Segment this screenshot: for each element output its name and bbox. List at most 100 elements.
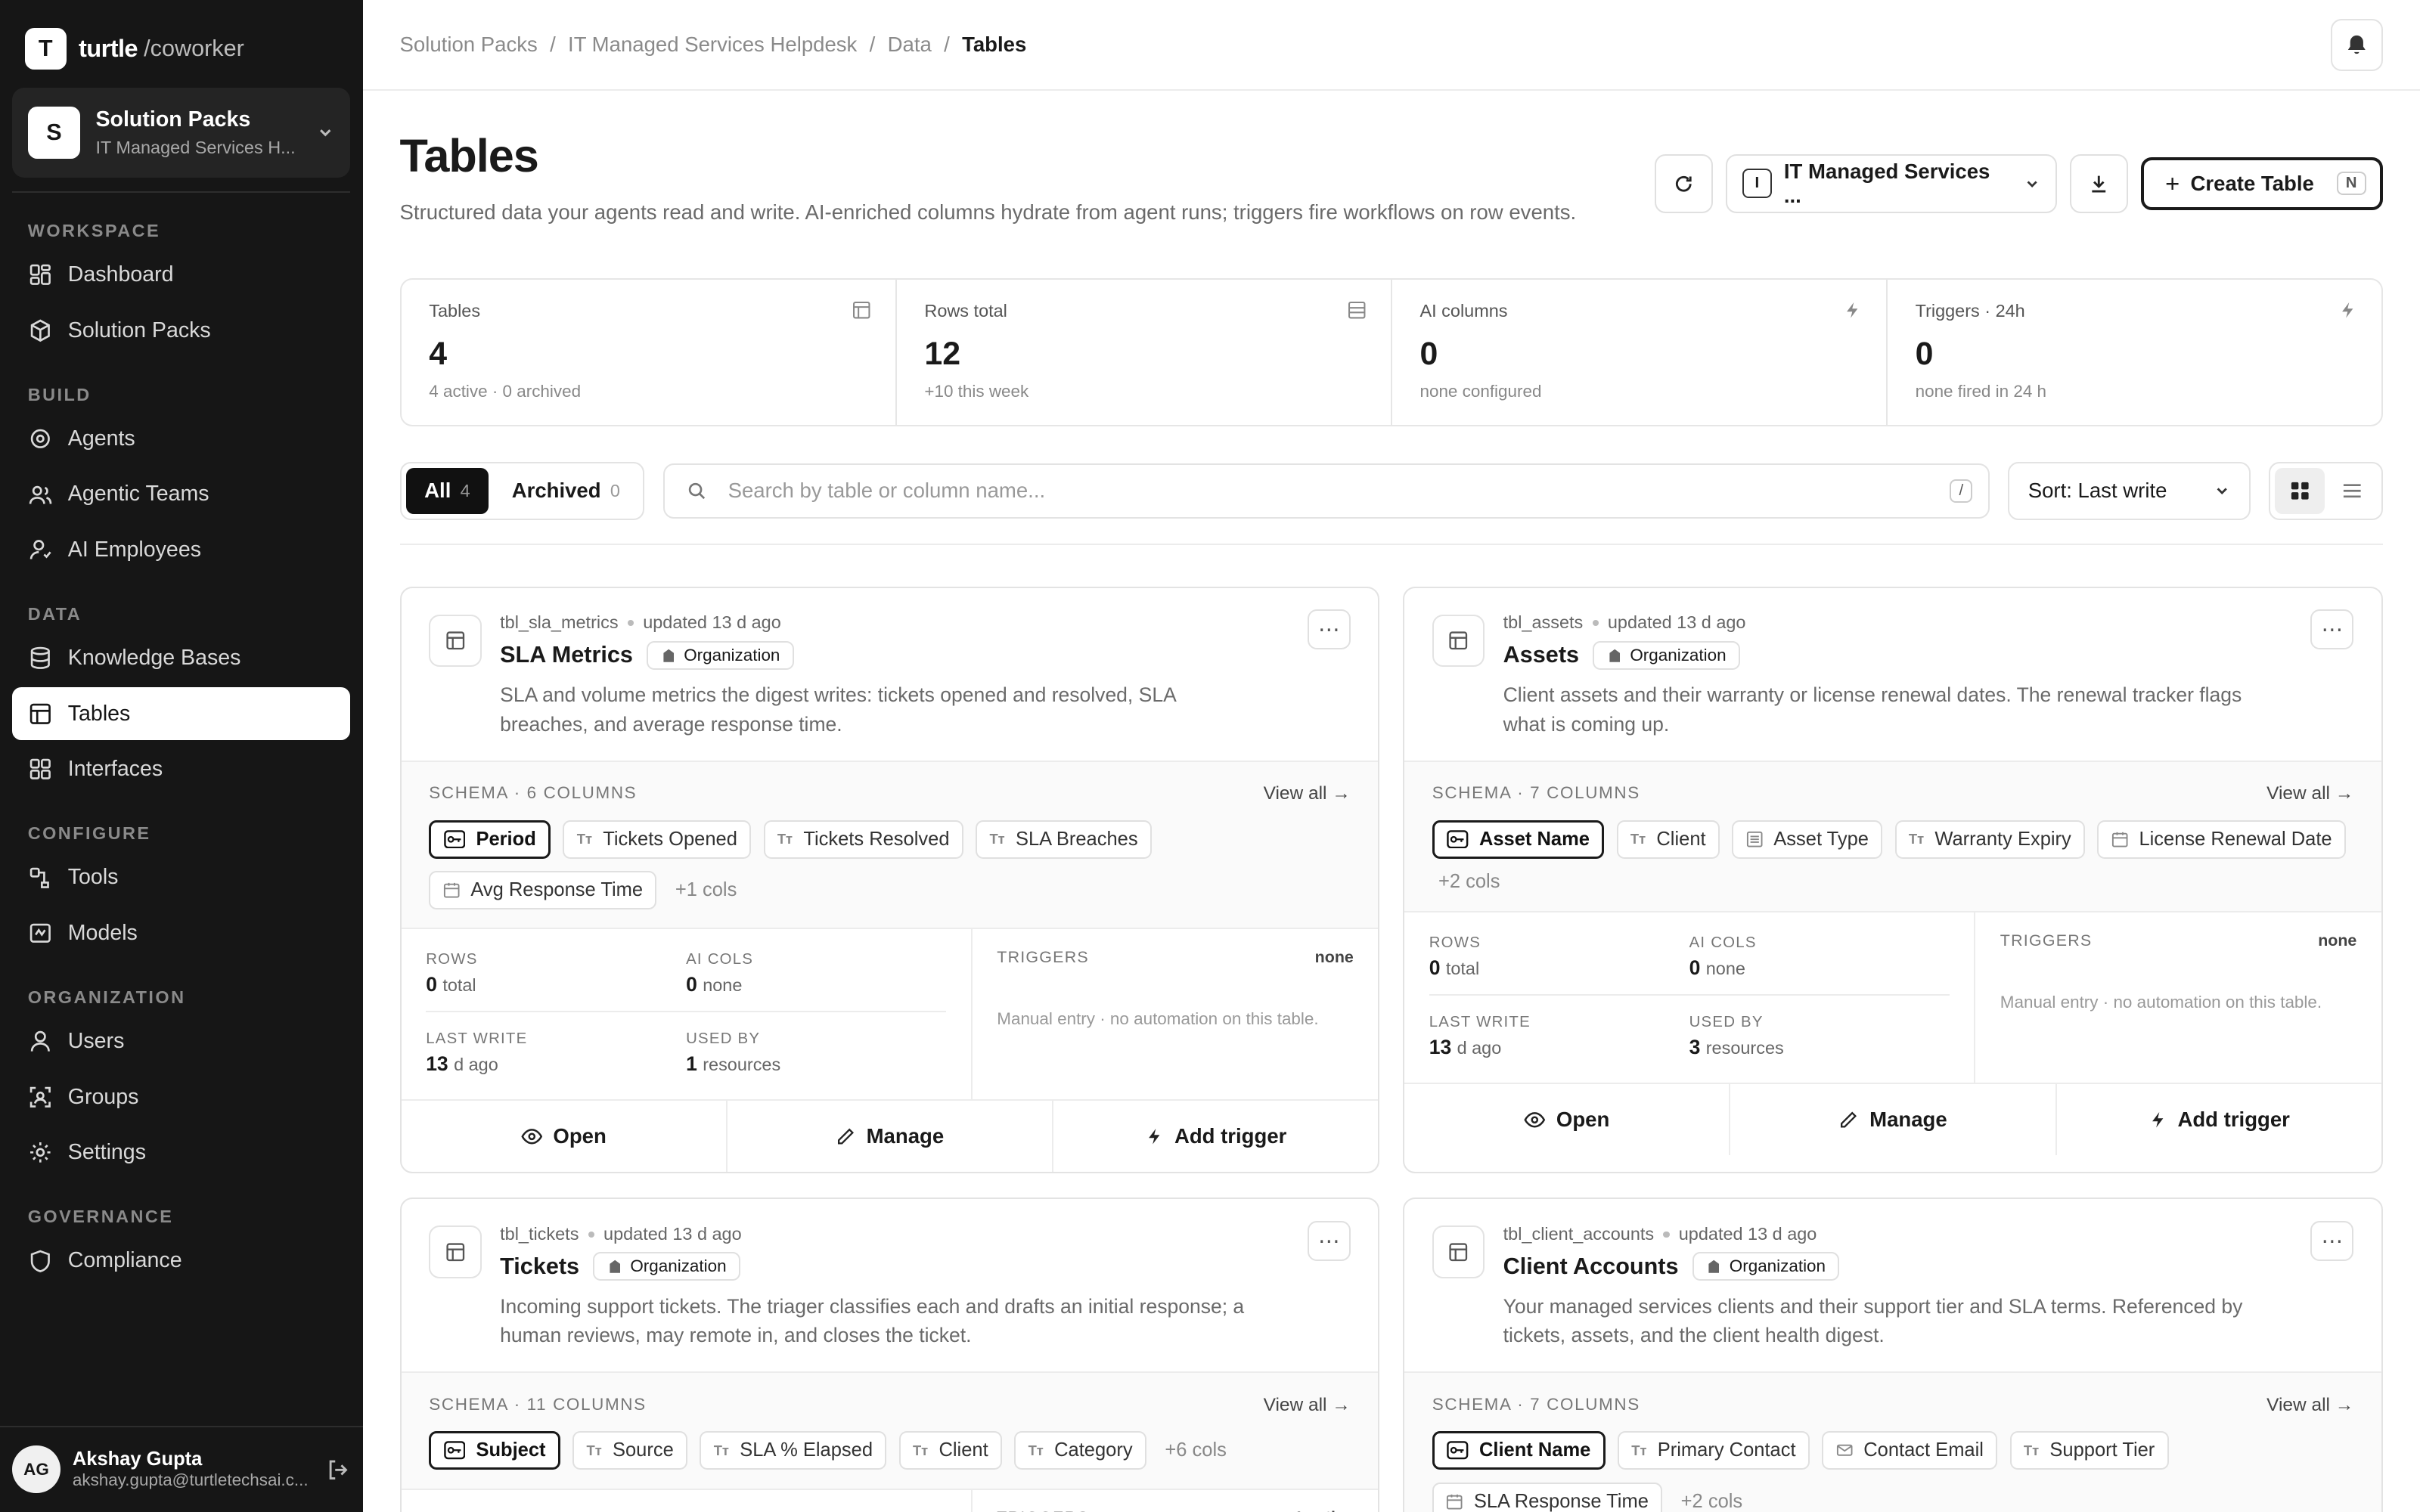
meta-dot [1663, 1231, 1670, 1238]
column-name: Contact Email [1863, 1439, 1984, 1461]
filter-archived[interactable]: Archived 0 [493, 468, 638, 514]
view-all-link[interactable]: View all → [2266, 1395, 2353, 1416]
column-chip[interactable]: Avg Response Time [429, 870, 657, 909]
search-input[interactable]: Search by table or column name... / [662, 463, 1990, 519]
bolt-icon [2152, 1111, 2164, 1128]
brand[interactable]: T turtle /coworker [0, 0, 363, 71]
column-chip[interactable]: Tт Client [1616, 820, 1720, 859]
more-columns[interactable]: +6 cols [1159, 1431, 1233, 1470]
logout-icon[interactable] [326, 1458, 351, 1483]
view-toggle [2269, 461, 2383, 521]
view-all-link[interactable]: View all → [1264, 783, 1351, 804]
column-chip[interactable]: Contact Email [1822, 1431, 1998, 1470]
bolt-icon [1846, 302, 1858, 318]
sidebar-item-compliance[interactable]: Compliance [12, 1235, 350, 1287]
column-chip[interactable]: Tт Client [898, 1431, 1002, 1470]
column-chip[interactable]: Tт SLA % Elapsed [700, 1431, 887, 1470]
table-card[interactable]: tbl_sla_metrics updated 13 d ago SLA Metri… [399, 586, 1380, 1173]
add-trigger-button[interactable]: Add trigger [2057, 1084, 2381, 1155]
table-title[interactable]: Tickets [500, 1253, 579, 1280]
add-trigger-button[interactable]: Add trigger [1053, 1101, 1378, 1172]
list-view-button[interactable] [2328, 468, 2377, 514]
notifications-button[interactable] [2330, 18, 2383, 71]
create-table-button[interactable]: + Create Table N [2140, 157, 2383, 210]
column-chip[interactable]: Tт Support Tier [2009, 1431, 2169, 1470]
table-updated: updated 13 d ago [603, 1224, 742, 1244]
last-write-value: 13 [1429, 1036, 1452, 1059]
open-button[interactable]: Open [402, 1100, 728, 1172]
breadcrumb-item[interactable]: Data [888, 33, 932, 57]
column-chip[interactable]: Subject [429, 1431, 560, 1470]
table-card[interactable]: tbl_assets updated 13 d ago Assets Organiza… [1403, 586, 2383, 1173]
sidebar-item-users[interactable]: Users [12, 1015, 350, 1067]
sidebar-item-label: Dashboard [67, 262, 174, 287]
column-chip[interactable]: SLA Response Time [1432, 1482, 1663, 1512]
sidebar-item-interfaces[interactable]: Interfaces [12, 743, 350, 795]
sidebar-item-ai-employees[interactable]: AI Employees [12, 524, 350, 576]
chevron-down-icon [320, 129, 331, 137]
column-chip[interactable]: Tт Primary Contact [1617, 1431, 1810, 1470]
column-chip[interactable]: Tт Tickets Opened [563, 820, 752, 859]
sidebar-item-tools[interactable]: Tools [12, 851, 350, 903]
sidebar-item-tables[interactable]: Tables [12, 687, 351, 740]
more-options-button[interactable]: ⋯ [2310, 1221, 2354, 1262]
column-chip[interactable]: License Renewal Date [2097, 820, 2346, 859]
pack-selector[interactable]: I IT Managed Services ... [1725, 154, 2058, 213]
manage-button[interactable]: Manage [728, 1100, 1054, 1172]
view-all-link[interactable]: View all → [2266, 783, 2353, 804]
table-title[interactable]: Assets [1503, 642, 1579, 668]
table-slug: tbl_client_accounts [1503, 1224, 1655, 1244]
eye-icon [520, 1128, 542, 1145]
more-columns[interactable]: +2 cols [1432, 871, 1506, 893]
column-chip[interactable]: Tт Source [572, 1431, 688, 1470]
used-by-label: USED BY [1689, 1014, 1764, 1031]
interfaces-icon [29, 759, 51, 780]
more-columns[interactable]: +2 cols [1675, 1483, 1749, 1512]
manage-button[interactable]: Manage [1730, 1083, 2057, 1155]
sidebar-item-agentic-teams[interactable]: Agentic Teams [12, 468, 350, 520]
column-chip[interactable]: Tт Category [1014, 1431, 1146, 1470]
filter-archived-label: Archived [511, 479, 601, 503]
column-chip[interactable]: Period [429, 820, 551, 859]
table-card[interactable]: tbl_client_accounts updated 13 d ago Clien… [1403, 1198, 2383, 1512]
column-chip[interactable]: Tт SLA Breaches [976, 820, 1152, 859]
search-shortcut: / [1950, 479, 1973, 503]
schema-label: SCHEMA · 11 COLUMNS [429, 1394, 647, 1414]
open-button[interactable]: Open [1404, 1083, 1731, 1155]
column-chip[interactable]: Client Name [1432, 1431, 1606, 1470]
ai-cols-label: AI COLS [1689, 934, 1757, 951]
column-chip[interactable]: Asset Name [1432, 820, 1605, 859]
table-card[interactable]: tbl_tickets updated 13 d ago Tickets Organi… [399, 1198, 1380, 1512]
table-title[interactable]: Client Accounts [1503, 1253, 1679, 1280]
column-name: Client [1656, 828, 1706, 850]
breadcrumb-item[interactable]: IT Managed Services Helpdesk [568, 33, 857, 57]
sidebar-item-groups[interactable]: Groups [12, 1070, 350, 1123]
sidebar-item-settings[interactable]: Settings [12, 1126, 350, 1179]
table-title[interactable]: SLA Metrics [500, 642, 633, 668]
sidebar-item-agents[interactable]: Agents [12, 413, 350, 465]
column-chip[interactable]: Asset Type [1732, 820, 1883, 859]
view-all-link[interactable]: View all → [1264, 1395, 1351, 1416]
more-options-button[interactable]: ⋯ [1307, 1221, 1351, 1262]
column-chip[interactable]: Tт Warranty Expiry [1894, 820, 2086, 859]
more-columns[interactable]: +1 cols [669, 871, 743, 909]
more-options-button[interactable]: ⋯ [2310, 609, 2354, 650]
grid-icon [2291, 482, 2309, 500]
sidebar-item-solution-packs[interactable]: Solution Packs [12, 304, 350, 356]
sidebar-item-models[interactable]: Models [12, 907, 350, 959]
refresh-button[interactable] [1654, 154, 1714, 213]
avatar[interactable]: AG [12, 1445, 60, 1494]
grid-view-button[interactable] [2275, 467, 2325, 514]
chevron-down-icon [2217, 488, 2227, 495]
filter-all[interactable]: All 4 [405, 467, 489, 514]
sidebar-item-label: Tools [67, 865, 119, 890]
breadcrumb-item[interactable]: Solution Packs [400, 33, 538, 57]
column-name: SLA Breaches [1015, 828, 1138, 850]
more-options-button[interactable]: ⋯ [1307, 609, 1351, 650]
sidebar-item-knowledge-bases[interactable]: Knowledge Bases [12, 632, 350, 684]
sidebar-item-dashboard[interactable]: Dashboard [12, 249, 350, 301]
sort-select[interactable]: Sort: Last write [2008, 461, 2251, 521]
column-chip[interactable]: Tт Tickets Resolved [763, 820, 963, 859]
download-button[interactable] [2069, 154, 2129, 213]
workspace-switcher[interactable]: S Solution Packs IT Managed Services H..… [12, 88, 351, 178]
